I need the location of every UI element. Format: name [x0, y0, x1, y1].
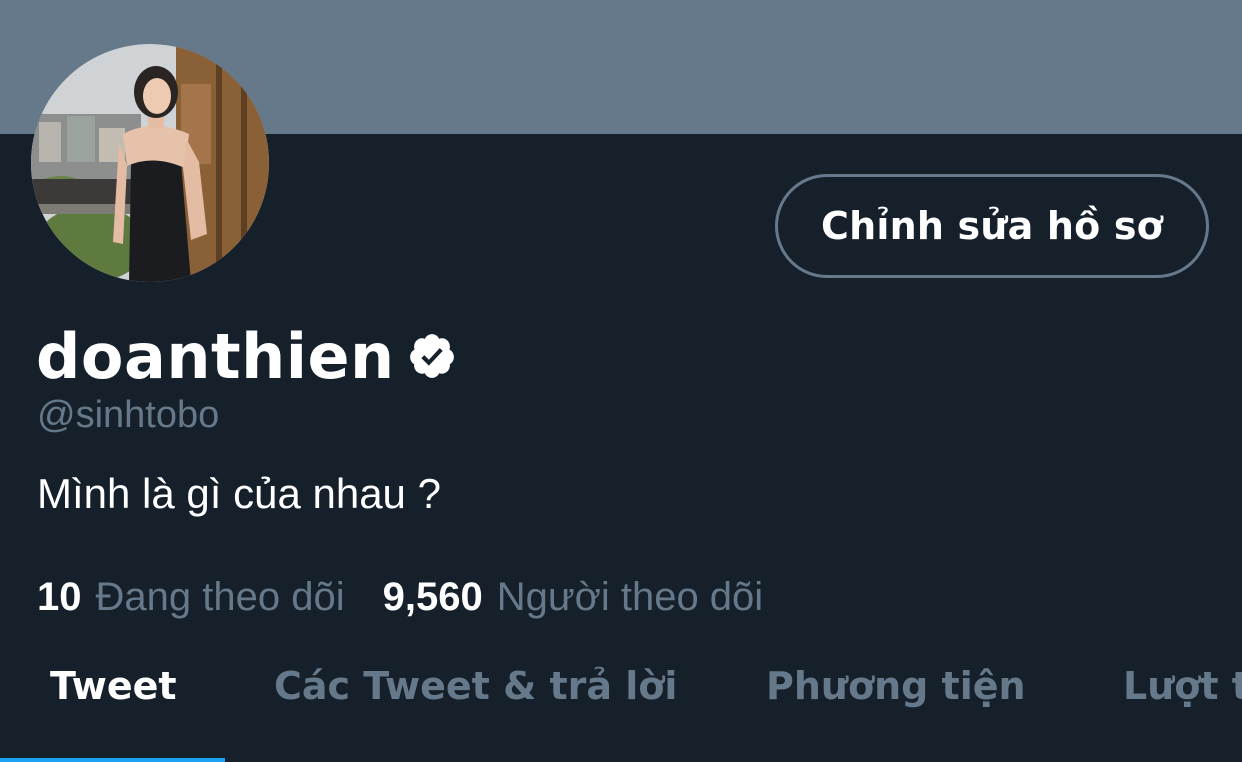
tab-likes[interactable]: Lượt thích	[1123, 664, 1242, 708]
profile-page: Chỉnh sửa hồ sơ doanthien @sinhtobo Mình…	[0, 0, 1242, 762]
following-stat[interactable]: 10 Đang theo dõi	[37, 575, 345, 620]
follow-stats: 10 Đang theo dõi 9,560 Người theo dõi	[37, 572, 763, 622]
avatar[interactable]	[31, 44, 269, 282]
profile-bio: Mình là gì của nhau ?	[37, 470, 441, 517]
display-name-row: doanthien	[36, 318, 457, 394]
active-tab-indicator	[0, 758, 225, 762]
tab-media[interactable]: Phương tiện	[766, 664, 1026, 708]
edit-profile-button[interactable]: Chỉnh sửa hồ sơ	[775, 174, 1209, 278]
tab-tweets-and-replies[interactable]: Các Tweet & trả lời	[274, 664, 677, 708]
profile-tabs: Tweet Các Tweet & trả lời Phương tiện Lư…	[0, 640, 1242, 762]
tab-tweets[interactable]: Tweet	[50, 664, 177, 708]
following-count: 10	[37, 574, 82, 619]
profile-handle: @sinhtobo	[37, 394, 220, 436]
followers-count: 9,560	[382, 574, 483, 619]
followers-label: Người theo dõi	[496, 574, 764, 619]
following-label: Đang theo dõi	[95, 574, 345, 619]
followers-stat[interactable]: 9,560 Người theo dõi	[383, 575, 764, 620]
avatar-photo	[31, 44, 269, 282]
display-name: doanthien	[36, 319, 395, 393]
verified-badge-icon	[407, 331, 457, 381]
